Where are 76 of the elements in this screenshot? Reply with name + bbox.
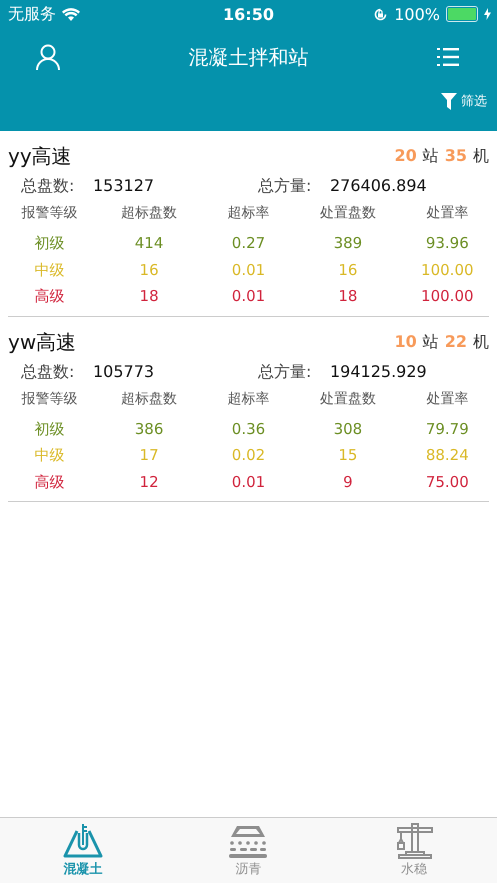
numbered-list-icon[interactable] <box>437 48 459 66</box>
column-header: 处置率 <box>425 390 470 408</box>
table-cell-text: 0.36 <box>230 418 266 440</box>
table-cell-text: 0.01 <box>230 260 266 280</box>
column-header: 超标率 <box>226 204 270 223</box>
filter-icon <box>441 92 457 110</box>
rotation-lock-icon <box>373 6 388 22</box>
wifi-icon <box>62 8 80 20</box>
column-header: 处置盘数 <box>318 390 377 408</box>
machine-unit: 机 <box>473 332 489 352</box>
column-header: 超标盘数 <box>120 204 178 223</box>
table-cell-text: 308 <box>332 418 364 440</box>
table-cell-text: 中级 <box>34 445 66 466</box>
table-cell-text: 88.24 <box>424 445 470 466</box>
section-title: yy高速 <box>8 143 72 170</box>
volume-label: 总方量: <box>258 362 312 382</box>
column-header: 报警等级 <box>20 204 79 223</box>
station-unit: 站 <box>422 146 439 167</box>
charging-icon <box>484 8 491 20</box>
column-header: 报警等级 <box>20 390 79 408</box>
station-unit: 站 <box>422 332 439 352</box>
battery-percent: 100% <box>394 4 440 24</box>
table-cell-text: 16 <box>138 260 160 280</box>
total-value: 105773 <box>93 362 156 382</box>
table-cell-text: 100.00 <box>420 286 475 307</box>
column-header: 超标率 <box>226 390 270 408</box>
table-cell-text: 高级 <box>34 472 66 492</box>
crane-icon <box>394 823 434 859</box>
page-title: 混凝土拌和站 <box>188 44 308 70</box>
table-cell-text: 高级 <box>34 286 66 307</box>
table-cell-text: 389 <box>332 233 364 254</box>
table-cell-text: 75.00 <box>424 472 470 492</box>
road-layers-icon <box>228 823 268 859</box>
user-icon[interactable] <box>36 44 60 70</box>
table-cell-text: 9 <box>342 472 354 492</box>
filter-button[interactable]: 筛选 <box>441 92 487 110</box>
volume-label: 总方量: <box>258 176 312 197</box>
table-cell-text: 93.96 <box>424 233 470 254</box>
table-cell-text: 12 <box>138 472 160 492</box>
table-cell-text: 386 <box>134 418 164 440</box>
machine-count: 35 <box>444 146 467 165</box>
tab[interactable]: 水稳 <box>331 818 497 883</box>
machine-count: 22 <box>444 332 467 350</box>
table-cell-text: 17 <box>138 445 160 466</box>
tab[interactable]: 混凝土 <box>0 818 166 883</box>
tab[interactable]: 沥青 <box>166 818 332 883</box>
column-header: 处置率 <box>425 204 470 223</box>
column-header: 处置盘数 <box>318 204 377 223</box>
table-cell-text: 初级 <box>34 418 66 440</box>
total-label: 总盘数: <box>21 176 76 197</box>
volume-value: 276406.894 <box>330 176 428 197</box>
station-count: 20 <box>394 146 417 165</box>
table-cell-text: 0.01 <box>230 472 266 492</box>
table-cell-text: 18 <box>138 286 160 307</box>
total-value: 153127 <box>93 176 156 197</box>
carrier-text: 无服务 <box>8 4 56 24</box>
table-cell-text: 100.00 <box>420 260 475 280</box>
total-label: 总盘数: <box>21 362 76 382</box>
table-cell-text: 414 <box>134 233 164 254</box>
table-cell-text: 初级 <box>34 233 66 254</box>
table-cell-text: 0.02 <box>230 445 266 466</box>
machine-unit: 机 <box>473 146 489 167</box>
clock-text: 16:50 <box>222 4 275 24</box>
section-title: yw高速 <box>8 328 76 356</box>
table-cell-text: 0.01 <box>230 286 266 307</box>
battery-icon <box>446 6 478 22</box>
station-count: 10 <box>394 332 417 350</box>
table-cell-text: 15 <box>337 445 358 466</box>
table-cell-text: 中级 <box>34 260 66 280</box>
table-cell-text: 0.27 <box>230 233 266 254</box>
table-cell-text: 79.79 <box>424 418 470 440</box>
flask-icon <box>62 823 103 859</box>
volume-value: 194125.929 <box>330 362 428 382</box>
column-header: 超标盘数 <box>120 390 178 408</box>
table-cell-text: 18 <box>337 286 358 307</box>
table-cell-text: 16 <box>337 260 358 280</box>
